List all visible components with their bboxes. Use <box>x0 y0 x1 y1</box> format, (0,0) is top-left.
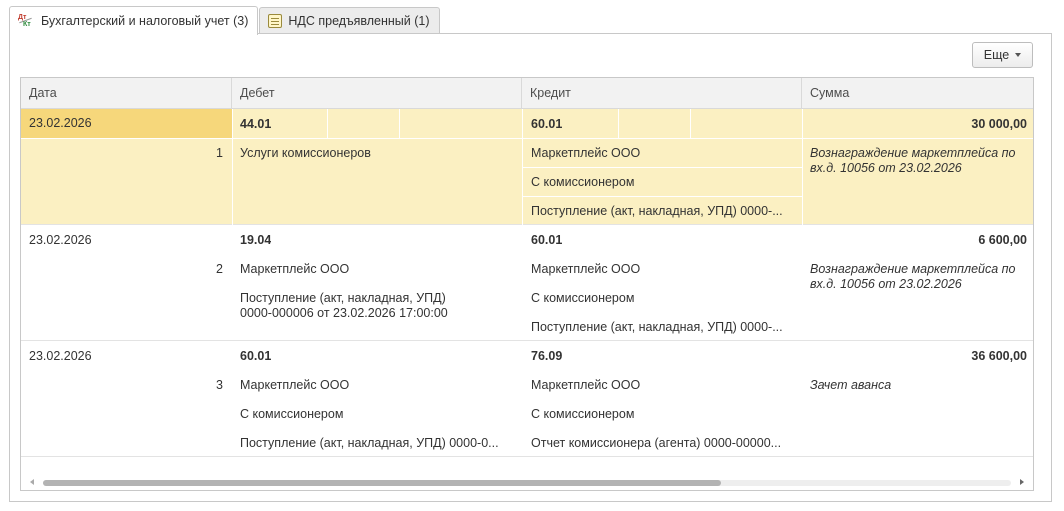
credit-subconto: С комиссионером <box>531 407 635 421</box>
credit-subconto: С комиссионером <box>531 175 635 189</box>
table-row[interactable]: 23.02.2026 2 19.04 Маркетплейс ООО Посту… <box>21 225 1033 341</box>
posting-comment: Вознаграждение маркетплейса по вх.д. 100… <box>810 262 1016 291</box>
tab-vat-label: НДС предъявленный (1) <box>288 14 430 28</box>
column-header-sum[interactable]: Сумма <box>802 78 1033 108</box>
table-header: Дата Дебет Кредит Сумма <box>21 78 1033 109</box>
credit-account: 60.01 <box>531 233 563 247</box>
debit-account: 60.01 <box>240 349 272 363</box>
table-row[interactable]: 23.02.2026 3 60.01 Маркетплейс ООО С ком… <box>21 341 1033 457</box>
scroll-left-icon[interactable] <box>30 479 34 485</box>
debit-account: 19.04 <box>240 233 272 247</box>
debit-account: 44.01 <box>240 117 272 131</box>
row-number: 1 <box>216 146 223 160</box>
tab-accounting[interactable]: Дт Кт Бухгалтерский и налоговый учет (3) <box>9 6 259 35</box>
table-row[interactable]: 23.02.2026 1 44.01 Услуги комиссионеров … <box>21 109 1033 225</box>
debit-subconto: Маркетплейс ООО <box>240 378 350 392</box>
more-button[interactable]: Еще <box>972 42 1033 68</box>
row-date: 23.02.2026 <box>29 349 92 363</box>
debit-subconto: 0000-000006 от 23.02.2026 17:00:00 <box>240 306 448 320</box>
row-number: 2 <box>216 262 223 276</box>
credit-subconto: Поступление (акт, накладная, УПД) 0000-.… <box>531 204 783 218</box>
column-header-credit[interactable]: Кредит <box>522 78 802 108</box>
credit-subconto: С комиссионером <box>531 291 635 305</box>
credit-subconto: Маркетплейс ООО <box>531 262 641 276</box>
debit-subconto: Поступление (акт, накладная, УПД) 0000-0… <box>240 436 499 450</box>
postings-table[interactable]: Дата Дебет Кредит Сумма 23.02.2026 1 44.… <box>20 77 1034 491</box>
debit-subconto: Поступление (акт, накладная, УПД) <box>240 291 446 305</box>
credit-account: 76.09 <box>531 349 563 363</box>
posting-comment: Вознаграждение маркетплейса по вх.д. 100… <box>810 146 1016 175</box>
more-button-label: Еще <box>983 48 1010 62</box>
credit-subconto: Отчет комиссионера (агента) 0000-00000..… <box>531 436 782 450</box>
credit-subconto: Маркетплейс ООО <box>531 378 641 392</box>
dt-kt-icon: Дт Кт <box>18 14 32 28</box>
credit-account: 60.01 <box>531 117 563 131</box>
row-number: 3 <box>216 378 223 392</box>
tab-bar: Дт Кт Бухгалтерский и налоговый учет (3) … <box>9 6 440 35</box>
debit-subconto: Маркетплейс ООО <box>240 262 350 276</box>
credit-subconto: Маркетплейс ООО <box>531 146 641 160</box>
tab-accounting-label: Бухгалтерский и налоговый учет (3) <box>41 14 249 28</box>
scroll-right-icon[interactable] <box>1020 479 1024 485</box>
scrollbar-thumb[interactable] <box>43 480 721 486</box>
tab-vat[interactable]: НДС предъявленный (1) <box>259 7 440 34</box>
credit-subconto: Поступление (акт, накладная, УПД) 0000-.… <box>531 320 783 334</box>
column-header-debit[interactable]: Дебет <box>232 78 522 108</box>
debit-subconto: С комиссионером <box>240 407 344 421</box>
amount: 30 000,00 <box>971 117 1027 131</box>
row-date: 23.02.2026 <box>29 233 92 247</box>
amount: 36 600,00 <box>971 349 1027 363</box>
document-icon <box>268 14 283 28</box>
horizontal-scrollbar[interactable] <box>21 476 1033 490</box>
debit-subconto: Услуги комиссионеров <box>240 146 371 160</box>
row-date: 23.02.2026 <box>21 109 232 138</box>
chevron-down-icon <box>1015 53 1022 57</box>
tab-panel: Еще Дата Дебет Кредит Сумма 23.02.2026 1… <box>9 33 1052 502</box>
amount: 6 600,00 <box>978 233 1027 247</box>
posting-comment: Зачет аванса <box>810 378 892 392</box>
column-header-date[interactable]: Дата <box>21 78 232 108</box>
